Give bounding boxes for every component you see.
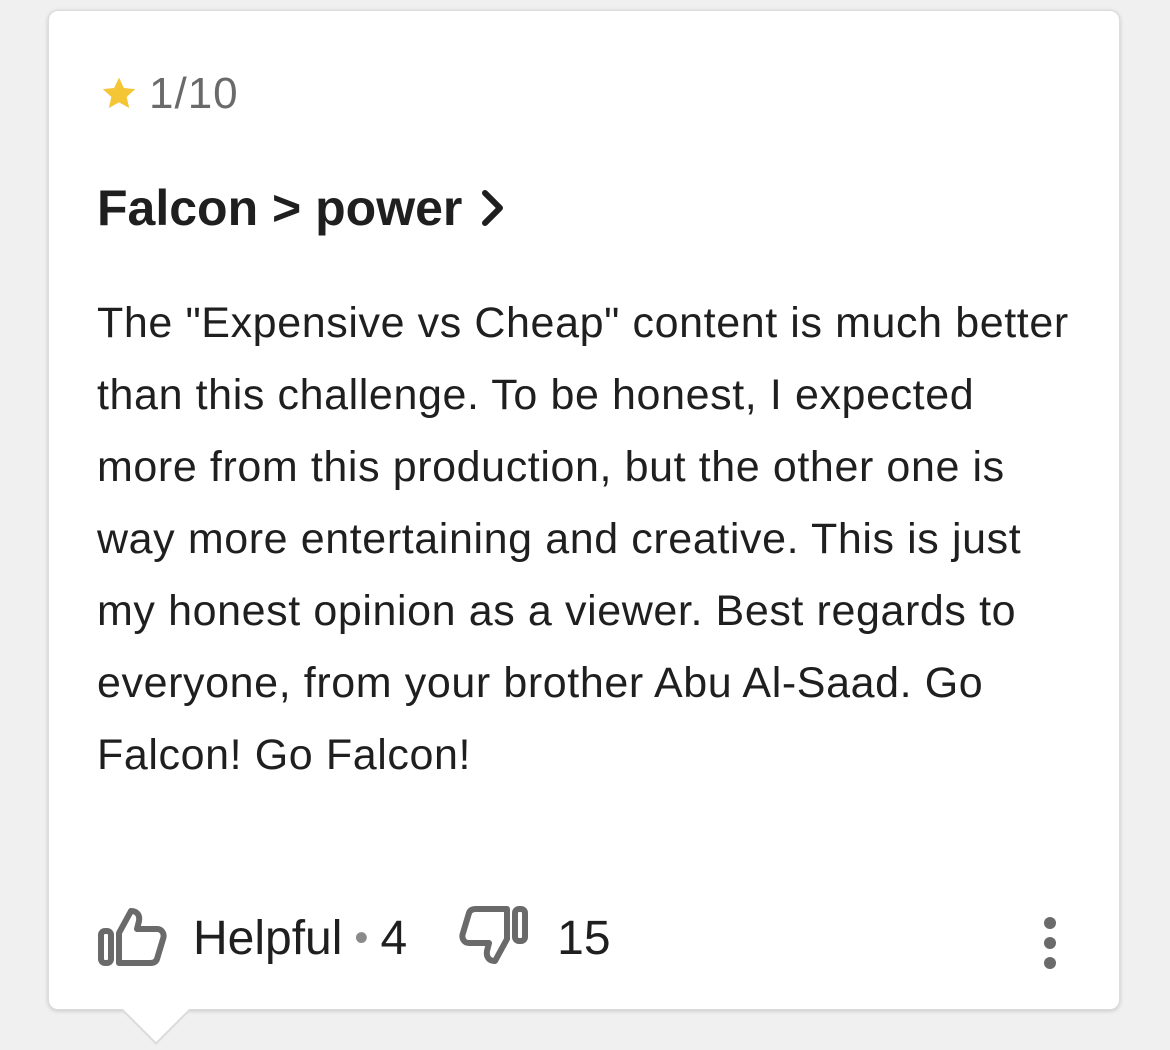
card-pointer-fill: [122, 1008, 190, 1042]
star-icon: [99, 74, 139, 114]
thumbs-up-icon: [97, 905, 167, 972]
rating-value: 1/10: [149, 69, 239, 118]
review-title: Falcon > power: [97, 180, 463, 236]
helpful-button[interactable]: Helpful • 4: [97, 905, 407, 972]
review-card: 1/10 Falcon > power The "Expensive vs Ch…: [48, 10, 1120, 1010]
not-helpful-count: 15: [557, 911, 611, 965]
more-vertical-icon: [1044, 917, 1056, 929]
not-helpful-button[interactable]: 15: [459, 905, 611, 972]
thumbs-down-icon: [459, 905, 529, 972]
review-body: The "Expensive vs Cheap" content is much…: [97, 299, 1069, 779]
more-options-button[interactable]: [1035, 913, 1065, 973]
more-vertical-icon: [1044, 937, 1056, 949]
helpful-count: 4: [380, 911, 408, 965]
chevron-right-icon: [478, 188, 508, 228]
helpful-label: Helpful: [193, 911, 343, 965]
more-vertical-icon: [1044, 957, 1056, 969]
separator-dot: •: [354, 915, 369, 960]
review-actions: Helpful • 4 15: [97, 903, 611, 973]
rating: 1/10: [99, 69, 239, 119]
review-title-link[interactable]: Falcon > power: [97, 179, 508, 237]
